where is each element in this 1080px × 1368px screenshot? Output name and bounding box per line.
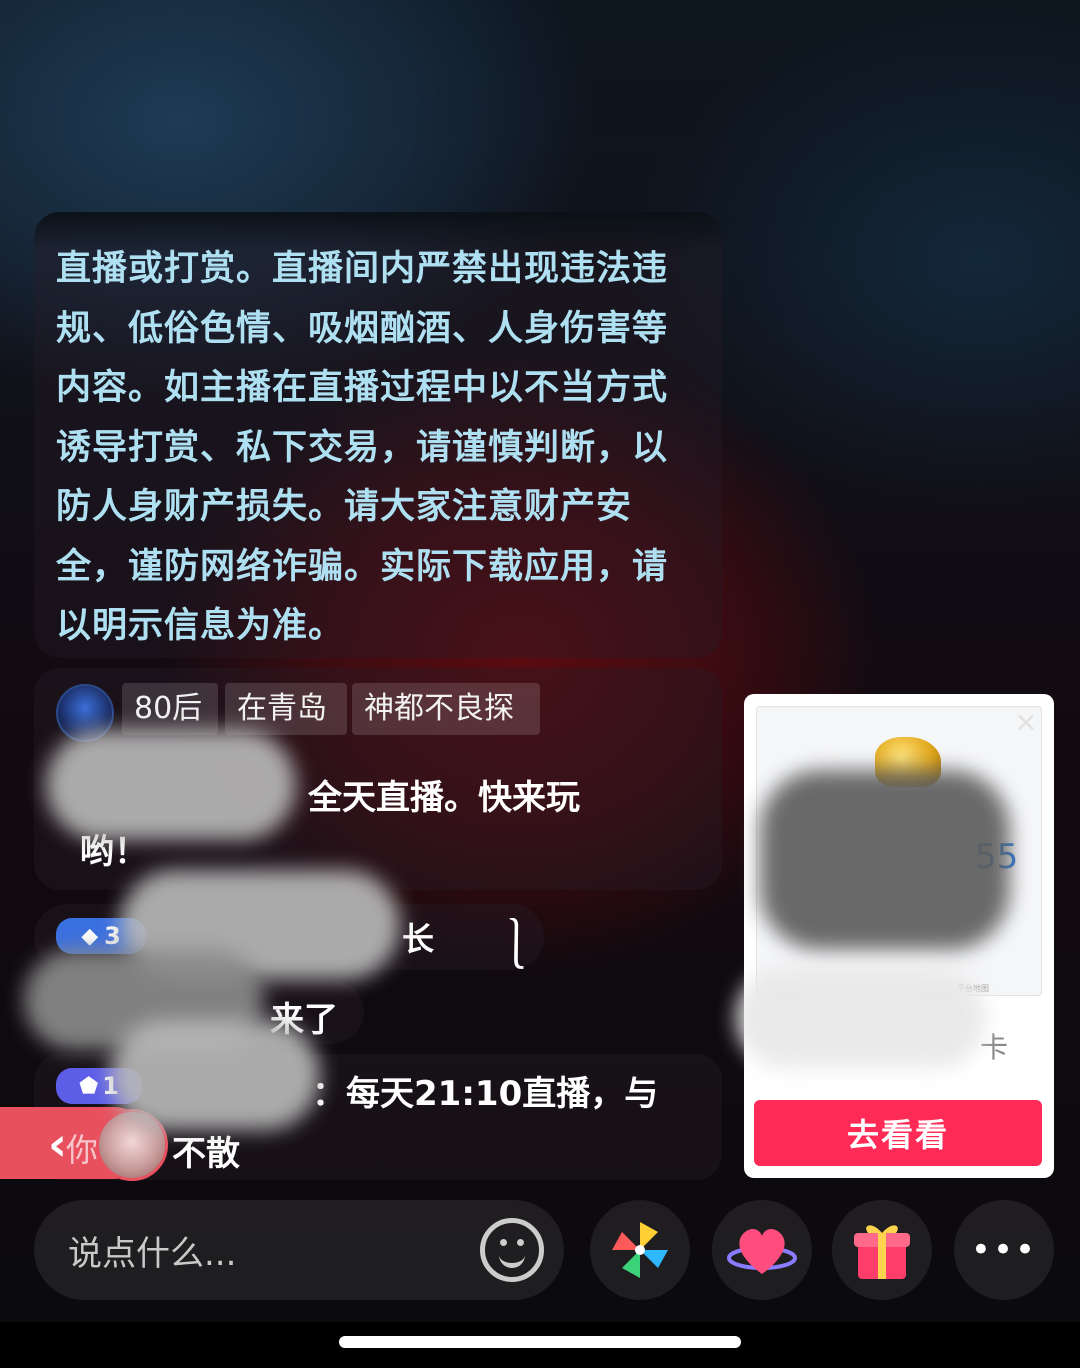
notice-text: 直播或打赏。直播间内严禁出现违法违规、低俗色情、吸烟酗酒、人身伤害等内容。如主播… xyxy=(56,249,669,646)
like-button[interactable] xyxy=(712,1200,812,1300)
privacy-blur xyxy=(110,1020,320,1130)
diamond-icon: ◆ xyxy=(81,923,99,949)
chat-squiggle: ⎱ xyxy=(490,917,543,977)
chevron-left-icon: ‹ xyxy=(48,1117,67,1171)
bottom-bar: 说点什么... ••• xyxy=(0,1200,1080,1320)
more-icon: ••• xyxy=(970,1230,1038,1270)
more-button[interactable]: ••• xyxy=(954,1200,1054,1300)
notice-fade xyxy=(34,212,722,252)
go-view-button[interactable]: 去看看 xyxy=(754,1100,1042,1166)
close-icon[interactable]: × xyxy=(1012,708,1040,736)
home-indicator[interactable] xyxy=(339,1336,741,1348)
privacy-blur xyxy=(760,770,1010,950)
gift-icon xyxy=(854,1225,910,1279)
level-number: 3 xyxy=(104,922,121,950)
smiley-icon xyxy=(480,1218,544,1282)
home-indicator-bar xyxy=(0,1322,1080,1368)
tag-location: 在青岛 xyxy=(225,683,347,735)
gift-button[interactable] xyxy=(832,1200,932,1300)
shield-icon: ⬟ xyxy=(79,1073,99,1099)
chat-text-continued: 不散 xyxy=(172,1134,240,1174)
tag-age: 80后 xyxy=(122,683,218,735)
platform-notice: 直播或打赏。直播间内严禁出现违法违规、低俗色情、吸烟酗酒、人身伤害等内容。如主播… xyxy=(34,212,722,658)
back-tab-label: 你 xyxy=(66,1131,99,1169)
back-tab[interactable]: ‹ 你 xyxy=(0,1107,168,1181)
emoji-button[interactable] xyxy=(462,1200,562,1300)
privacy-blur xyxy=(46,730,296,840)
pinwheel-icon xyxy=(612,1222,668,1278)
pinwheel-button[interactable] xyxy=(590,1200,690,1300)
comment-placeholder: 说点什么... xyxy=(68,1234,237,1274)
intro-text-line1: 全天直播。快来玩 xyxy=(308,778,580,818)
heart-icon xyxy=(727,1229,797,1274)
chat-text: 长 xyxy=(402,920,435,958)
tag-nickname: 神都不良探 xyxy=(352,683,540,735)
product-subtitle: 卡 xyxy=(980,1031,1009,1064)
privacy-blur xyxy=(736,968,986,1068)
chat-text: ：每天21:10直播，与 xyxy=(312,1074,659,1114)
